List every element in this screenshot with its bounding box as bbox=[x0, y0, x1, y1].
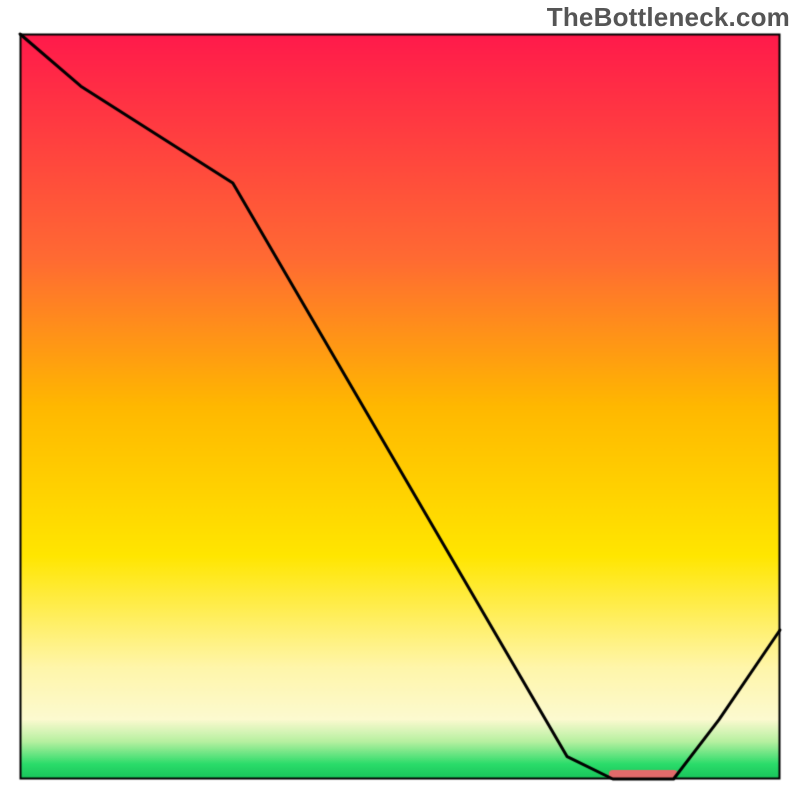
bottleneck-chart bbox=[0, 0, 800, 800]
watermark-text: TheBottleneck.com bbox=[547, 2, 790, 33]
